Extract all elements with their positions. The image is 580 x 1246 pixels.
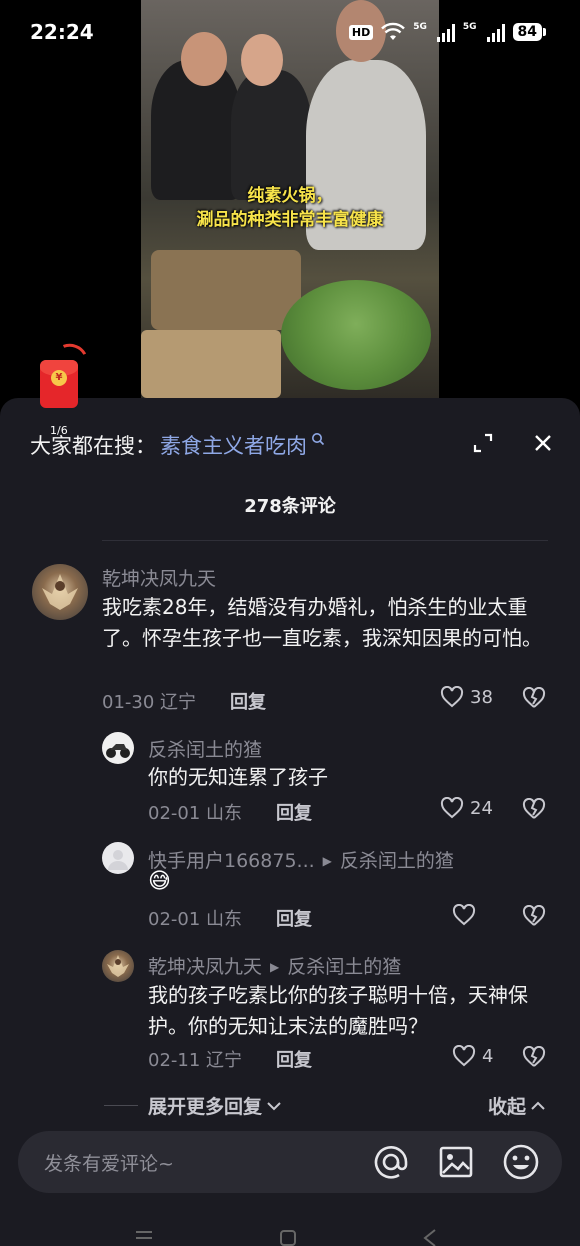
like-count: 24 <box>470 797 493 819</box>
broken-heart-icon[interactable] <box>522 905 546 927</box>
search-term-link[interactable]: 素食主义者吃肉 <box>160 430 307 460</box>
expand-line <box>104 1105 138 1106</box>
network-label-2: 5G <box>462 22 477 32</box>
comment-text[interactable]: 我吃素28年，结婚没有办婚礼，怕杀生的业太重了。怀孕生孩子也一直吃素，我深知因果… <box>102 592 550 654</box>
phoenix-avatar-icon <box>42 574 78 610</box>
signal-icon <box>436 22 455 42</box>
comment-date-location: 01-30 辽宁 <box>102 692 197 713</box>
back-icon[interactable] <box>420 1226 440 1246</box>
home-icon[interactable] <box>278 1226 298 1246</box>
default-avatar-icon <box>108 850 128 870</box>
reply-text[interactable]: 我的孩子吃素比你的孩子聪明十倍，天神保护。你的无知让末法的魔胜吗？ <box>148 980 550 1042</box>
video-caption-line-2: 涮品的种类非常丰富健康 <box>196 210 384 230</box>
search-icon <box>312 433 325 446</box>
expand-more-label: 展开更多回复 <box>148 1096 263 1118</box>
divider <box>102 540 548 541</box>
avatar[interactable] <box>102 842 134 874</box>
menu-icon[interactable] <box>134 1228 154 1244</box>
video-caption: 纯素火锅， 涮品的种类非常丰富健康 <box>141 184 439 232</box>
reply-text[interactable]: 😅 <box>148 869 171 894</box>
video-caption-line-1: 纯素火锅， <box>247 186 333 206</box>
signal-icon-2 <box>486 22 505 42</box>
reply-username[interactable]: 快手用户166875... ▶ 反杀闰土的猹 <box>148 846 454 873</box>
reply-username[interactable]: 反杀闰土的猹 <box>148 735 262 762</box>
reply-username-text: 快手用户166875... <box>148 850 315 872</box>
phoenix-avatar-icon <box>107 955 129 977</box>
status-bar: 22:24 HD 5G 5G 84 <box>0 0 580 66</box>
reply-username-text: 乾坤决凤九天 <box>148 956 263 978</box>
expand-icon[interactable] <box>472 432 494 454</box>
hd-badge: HD <box>348 24 374 40</box>
like-count: 38 <box>470 686 493 708</box>
broken-heart-icon[interactable] <box>522 687 546 709</box>
heart-icon <box>440 686 464 708</box>
wifi-icon <box>381 22 406 40</box>
reply-button[interactable]: 回复 <box>276 799 312 825</box>
reply-date-location: 02-01 山东 <box>148 909 243 930</box>
reply-button[interactable]: 回复 <box>276 905 312 931</box>
collapse-label: 收起 <box>487 1096 526 1118</box>
reply-to-username[interactable]: 反杀闰土的猹 <box>340 850 454 872</box>
like-button[interactable]: 4 <box>452 1045 493 1067</box>
status-icons: HD 5G 5G 84 <box>348 22 546 42</box>
comment-panel: 大家都在搜： 素食主义者吃肉 278条评论 乾坤决凤九天 我吃素28年，结婚没有… <box>0 398 580 1246</box>
battery-icon: 84 <box>512 23 546 41</box>
avatar[interactable] <box>102 732 134 764</box>
comment-username[interactable]: 乾坤决凤九天 <box>102 564 216 591</box>
chevron-down-icon <box>267 1101 281 1110</box>
battery-level: 84 <box>512 23 542 41</box>
reply-button[interactable]: 回复 <box>276 1046 312 1072</box>
comment-count: 278条评论 <box>244 496 336 517</box>
like-button[interactable]: 24 <box>440 797 493 819</box>
search-prefix: 大家都在搜： <box>30 434 156 458</box>
red-packet-counter: 1/6 <box>50 424 68 437</box>
image-icon[interactable] <box>438 1144 474 1180</box>
like-button[interactable]: 38 <box>440 686 493 708</box>
reply-date-location: 02-01 山东 <box>148 803 243 824</box>
like-button[interactable] <box>452 904 476 926</box>
reply-button[interactable]: 回复 <box>230 688 266 714</box>
reply-username[interactable]: 乾坤决凤九天 ▶ 反杀闰土的猹 <box>148 952 401 979</box>
reply-date-location: 02-11 辽宁 <box>148 1050 243 1071</box>
heart-icon <box>452 1045 476 1067</box>
collapse-button[interactable]: 收起 <box>488 1092 546 1119</box>
reply-text[interactable]: 你的无知连累了孩子 <box>148 762 548 793</box>
comment-input[interactable]: 发条有爱评论~ <box>44 1149 174 1176</box>
red-packet-icon[interactable]: ¥ <box>34 339 93 410</box>
reply-to-username[interactable]: 反杀闰土的猹 <box>287 956 401 978</box>
broken-heart-icon[interactable] <box>522 1046 546 1068</box>
status-time: 22:24 <box>30 20 94 44</box>
chevron-up-icon <box>531 1101 545 1110</box>
mention-icon[interactable] <box>372 1143 410 1181</box>
red-packet-coin: ¥ <box>51 370 67 386</box>
motorcycle-avatar-icon <box>106 744 130 758</box>
system-nav-bar <box>0 1216 580 1246</box>
broken-heart-icon[interactable] <box>522 798 546 820</box>
network-label-1: 5G <box>413 22 427 32</box>
heart-icon <box>452 904 476 926</box>
expand-more-replies-button[interactable]: 展开更多回复 <box>148 1092 282 1119</box>
close-icon[interactable] <box>532 432 554 454</box>
avatar[interactable] <box>32 564 88 620</box>
reply-arrow-icon: ▶ <box>270 960 280 974</box>
avatar[interactable] <box>102 950 134 982</box>
comment-input-bar[interactable]: 发条有爱评论~ <box>18 1131 562 1193</box>
emoji-icon[interactable] <box>502 1143 540 1181</box>
reply-arrow-icon: ▶ <box>322 854 332 868</box>
like-count: 4 <box>482 1045 494 1067</box>
heart-icon <box>440 797 464 819</box>
